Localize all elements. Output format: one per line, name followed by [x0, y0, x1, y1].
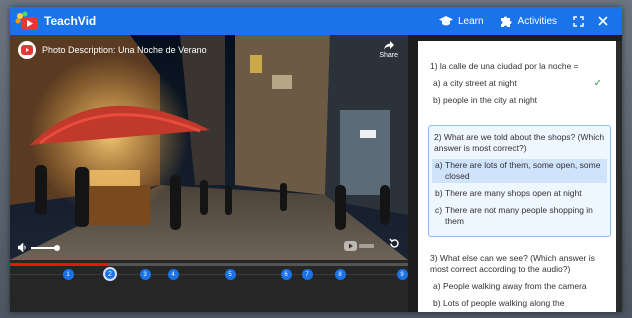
share-icon: [383, 41, 394, 50]
speaker-icon: [18, 243, 26, 252]
question-3: 3) What else can we see? (Which answer i…: [430, 253, 608, 312]
question-marker-1[interactable]: 1: [62, 269, 74, 280]
close-icon[interactable]: [598, 16, 608, 26]
option-text: There are lots of them, some open, some …: [445, 160, 601, 182]
option-letter: b): [433, 95, 441, 106]
option-letter: a): [433, 78, 441, 89]
quiz-scrollbar[interactable]: [616, 41, 622, 312]
top-bar: TeachVid Learn Activities: [10, 7, 622, 35]
option-letter: b): [433, 298, 441, 309]
option-letter: c): [435, 205, 443, 216]
teachvid-logo-icon: [14, 10, 40, 32]
answer-option[interactable]: c) There are not many people shopping in…: [432, 204, 607, 228]
nav-activities-label: Activities: [517, 15, 557, 27]
answer-option[interactable]: b) people in the city at night: [430, 94, 608, 107]
question-marker-9[interactable]: 9: [396, 269, 408, 280]
replay-icon[interactable]: [389, 236, 400, 254]
option-text: a city street at night: [443, 78, 517, 89]
question-1: 1) la calle de una ciudad por la noche =…: [430, 61, 608, 111]
video-title: Photo Description: Una Noche de Verano: [42, 45, 207, 55]
question-marker-8[interactable]: 8: [334, 269, 346, 280]
option-text: Lots of people walking along the: [443, 298, 565, 309]
video-timeline[interactable]: 1 2 3 4 5 67 8 9: [10, 260, 408, 312]
option-text: people in the city at night: [443, 95, 538, 106]
question-marker-5[interactable]: 5: [224, 269, 236, 280]
question-marker-2[interactable]: 2: [103, 267, 117, 281]
share-button[interactable]: Share: [379, 41, 398, 59]
top-nav: Learn Activities: [438, 15, 622, 28]
option-text: There are many shops open at night: [445, 188, 582, 199]
app-window: TeachVid Learn Activities Photo Descript…: [10, 7, 622, 312]
progress-fill: [10, 263, 108, 266]
option-text: There are not many people shopping in th…: [445, 205, 593, 227]
channel-avatar: [18, 41, 36, 59]
fullscreen-icon[interactable]: [573, 15, 584, 27]
question-marker-7[interactable]: 7: [301, 269, 313, 280]
video-title-bar: Photo Description: Una Noche de Verano: [18, 41, 207, 59]
quiz-panel: 1) la calle de una ciudad por la noche =…: [418, 41, 616, 312]
nav-activities[interactable]: Activities: [500, 15, 557, 28]
answer-option[interactable]: a) People walking away from the camera: [430, 280, 608, 293]
progress-track[interactable]: [10, 263, 408, 266]
video-player[interactable]: Photo Description: Una Noche de Verano S…: [10, 35, 408, 260]
question-2-active: 2) What are we told about the shops? (Wh…: [428, 125, 611, 238]
nav-learn[interactable]: Learn: [438, 15, 484, 27]
share-label: Share: [379, 52, 398, 59]
option-letter: a): [435, 160, 443, 171]
answer-option[interactable]: a) a city street at night ✓: [430, 77, 608, 90]
question-marker-3[interactable]: 3: [139, 269, 151, 280]
graduation-cap-icon: [438, 15, 453, 25]
video-frame-street-scene: [10, 35, 408, 260]
volume-control[interactable]: [18, 243, 60, 252]
volume-knob[interactable]: [54, 244, 60, 251]
question-text: 3) What else can we see? (Which answer i…: [430, 253, 595, 275]
answer-option-selected[interactable]: a) There are lots of them, some open, so…: [432, 159, 607, 184]
question-marker-4[interactable]: 4: [167, 269, 179, 280]
option-letter: b): [435, 188, 443, 199]
option-text: People walking away from the camera: [443, 281, 587, 292]
option-letter: a): [433, 281, 441, 292]
puzzle-icon: [500, 16, 512, 27]
app-title: TeachVid: [44, 14, 97, 28]
answer-option[interactable]: b) Lots of people walking along the: [430, 297, 608, 310]
volume-slider[interactable]: [31, 244, 60, 251]
answer-option[interactable]: b) There are many shops open at night: [432, 187, 607, 200]
check-icon: ✓: [593, 78, 602, 90]
question-marker-6[interactable]: 6: [280, 269, 292, 280]
youtube-watermark-icon: [344, 240, 374, 254]
question-text: 1) la calle de una ciudad por la noche =: [430, 61, 579, 71]
nav-learn-label: Learn: [457, 15, 484, 27]
question-text: 2) What are we told about the shops? (Wh…: [434, 132, 605, 154]
